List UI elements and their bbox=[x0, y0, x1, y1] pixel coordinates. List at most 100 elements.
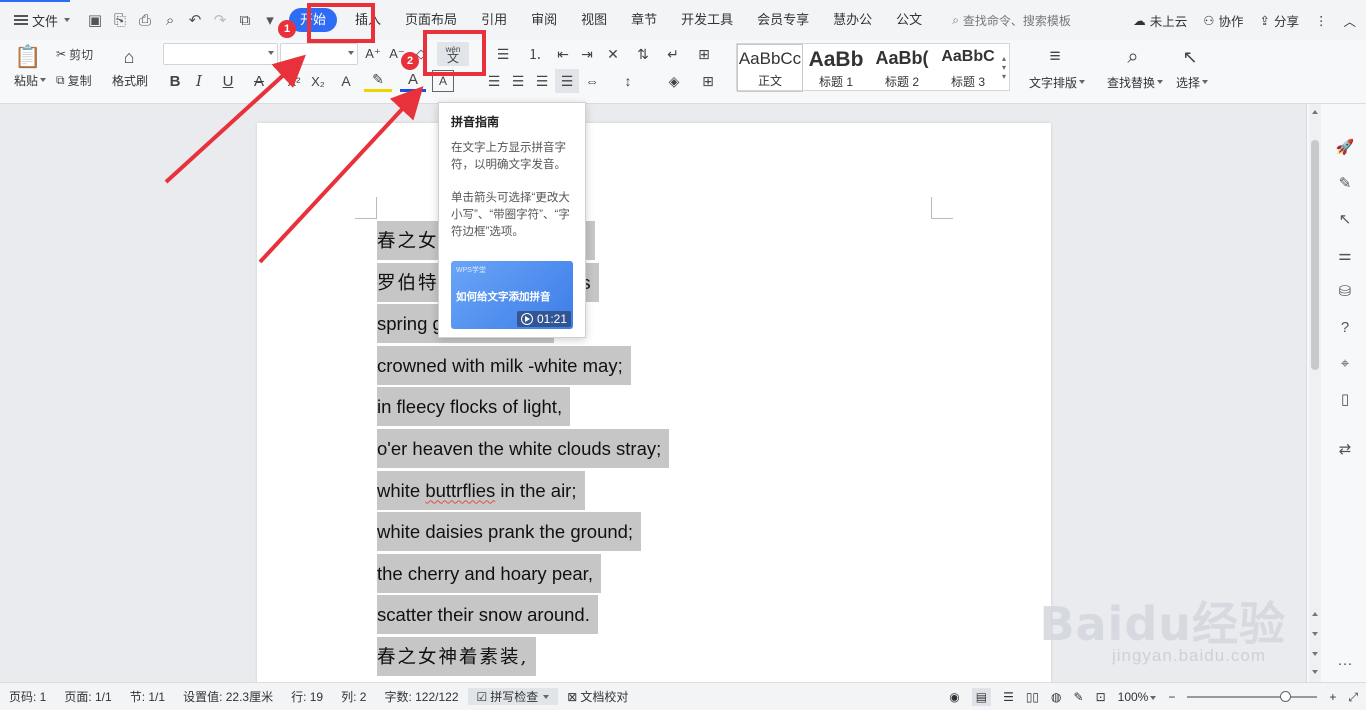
export-pdf-icon[interactable]: ⎘ bbox=[111, 11, 129, 29]
format-icon[interactable]: ⧉ bbox=[236, 11, 254, 29]
status-row[interactable]: 行: 19 bbox=[282, 688, 332, 705]
font-size-select[interactable] bbox=[280, 43, 358, 65]
select-browse-icon[interactable] bbox=[1312, 632, 1318, 636]
web-view-icon[interactable]: ◍ bbox=[1051, 690, 1061, 704]
selected-text[interactable]: scatter their snow around. bbox=[377, 595, 598, 635]
redo-icon[interactable]: ↷ bbox=[211, 11, 229, 29]
more-horizontal-icon[interactable]: ··· bbox=[1335, 654, 1355, 674]
tab-4[interactable]: 审阅 bbox=[519, 0, 569, 40]
write-view-icon[interactable]: ✎ bbox=[1074, 690, 1084, 704]
more-menu-button[interactable]: ⋮ bbox=[1315, 13, 1328, 28]
italic-button[interactable]: I bbox=[189, 70, 209, 92]
save-icon[interactable]: ▣ bbox=[86, 11, 104, 29]
fullscreen-icon[interactable]: ⤢ bbox=[1348, 690, 1358, 705]
page-view-icon[interactable]: ▤ bbox=[971, 688, 992, 706]
zoom-level[interactable]: 100% bbox=[1118, 690, 1157, 704]
style-item-3[interactable]: AaBbC 标题 3 bbox=[935, 44, 1001, 92]
pen-icon[interactable]: ✎ bbox=[1335, 174, 1355, 194]
book-icon[interactable]: ▯ bbox=[1335, 390, 1355, 410]
select-cursor-icon[interactable]: ↖ bbox=[1176, 44, 1204, 70]
text-layout-button[interactable]: 文字排版 bbox=[1026, 74, 1088, 90]
selected-text[interactable]: o'er heaven the white clouds stray; bbox=[377, 428, 670, 468]
scroll-down-icon[interactable] bbox=[1312, 670, 1318, 674]
format-painter-icon[interactable]: ⌂ bbox=[116, 44, 142, 70]
font-name-select[interactable] bbox=[163, 43, 278, 65]
spell-check-button[interactable]: ☑ 拼写检查 bbox=[467, 688, 559, 705]
tab-9[interactable]: 慧办公 bbox=[821, 0, 884, 40]
selected-text[interactable]: crowned with milk -white may; bbox=[377, 345, 631, 385]
file-menu-button[interactable]: 文件 bbox=[0, 6, 80, 34]
tab-10[interactable]: 公文 bbox=[884, 0, 934, 40]
bold-button[interactable]: B bbox=[165, 70, 185, 92]
selected-text[interactable]: in fleecy flocks of light, bbox=[377, 387, 571, 427]
cloud-status-button[interactable]: ☁ 未上云 bbox=[1133, 11, 1187, 30]
command-search[interactable]: ⌕ 查找命令、搜索模板 bbox=[952, 12, 1071, 29]
line-spacing-icon[interactable]: ↕ bbox=[613, 70, 643, 92]
scroll-up-icon[interactable] bbox=[1312, 110, 1318, 114]
bullet-list-icon[interactable]: ☰ bbox=[488, 43, 518, 65]
style-item-0[interactable]: AaBbCc 正文 bbox=[737, 44, 803, 92]
align-right-icon[interactable]: ☰ bbox=[531, 70, 553, 92]
cursor-icon[interactable]: ↖ bbox=[1335, 210, 1355, 230]
zoom-slider[interactable] bbox=[1187, 691, 1318, 702]
status-page-num[interactable]: 页码: 1 bbox=[0, 688, 55, 705]
grow-font-icon[interactable]: A⁺ bbox=[362, 43, 384, 65]
more-qa-icon[interactable]: ▾ bbox=[261, 11, 279, 29]
print-preview-icon[interactable]: ⌕ bbox=[161, 11, 179, 29]
shading-icon[interactable]: ◈ bbox=[659, 70, 689, 92]
scrollbar-thumb[interactable] bbox=[1311, 140, 1319, 370]
style-item-2[interactable]: AaBb(标题 2 bbox=[869, 44, 935, 92]
chinese-layout-icon[interactable]: ✕ bbox=[600, 43, 626, 65]
vertical-scrollbar[interactable] bbox=[1309, 104, 1321, 682]
cut-button[interactable]: ✂ 剪切 bbox=[56, 44, 93, 64]
ruler-icon[interactable]: ⊞ bbox=[692, 43, 716, 65]
tab-6[interactable]: 章节 bbox=[619, 0, 669, 40]
styles-scroll[interactable]: ▴ ▾ ▾ bbox=[998, 46, 1010, 88]
select-button[interactable]: 选择 bbox=[1172, 74, 1212, 90]
share-button[interactable]: ⇪ 分享 bbox=[1259, 11, 1299, 30]
eye-protection-icon[interactable]: ◉ bbox=[949, 690, 959, 704]
translate-icon[interactable]: ⇄ bbox=[1335, 440, 1355, 460]
prev-page-icon[interactable] bbox=[1312, 612, 1318, 616]
distribute-icon[interactable]: ⇔ bbox=[581, 70, 603, 92]
zoom-slider-knob[interactable] bbox=[1279, 691, 1291, 702]
tab-5[interactable]: 视图 bbox=[569, 0, 619, 40]
status-words[interactable]: 字数: 122/122 bbox=[375, 688, 467, 705]
show-marks-icon[interactable]: ↵ bbox=[660, 43, 686, 65]
style-item-1[interactable]: AaBb 标题 1 bbox=[803, 44, 869, 92]
superscript-button[interactable]: X² bbox=[283, 70, 305, 92]
outline-view-icon[interactable]: ☰ bbox=[1003, 690, 1014, 704]
selected-text[interactable]: 春之女神着素装, bbox=[377, 636, 537, 676]
backup-icon[interactable]: ⛁ bbox=[1335, 282, 1355, 302]
align-center-icon[interactable]: ☰ bbox=[507, 70, 529, 92]
find-replace-button[interactable]: 查找替换 bbox=[1104, 74, 1166, 90]
fit-page-icon[interactable]: ⊡ bbox=[1096, 690, 1106, 704]
copy-button[interactable]: ⧉ 复制 bbox=[56, 70, 92, 90]
adjust-icon[interactable]: ⚌ bbox=[1335, 246, 1355, 266]
selected-text[interactable]: the cherry and hoary pear, bbox=[377, 553, 601, 593]
document-page[interactable]: 春之女 goeth all in white罗伯特 idgesspring g … bbox=[257, 123, 1051, 682]
undo-icon[interactable]: ↶ bbox=[186, 11, 204, 29]
next-page-icon[interactable] bbox=[1312, 652, 1318, 656]
location-icon[interactable]: ⌖ bbox=[1335, 354, 1355, 374]
collab-button[interactable]: ⚇ 协作 bbox=[1203, 11, 1243, 30]
help-icon[interactable]: ? bbox=[1335, 318, 1355, 338]
print-icon[interactable]: ⎙ bbox=[136, 11, 154, 29]
decrease-indent-icon[interactable]: ⇤ bbox=[552, 43, 574, 65]
status-setting[interactable]: 设置值: 22.3厘米 bbox=[174, 688, 282, 705]
paste-icon[interactable]: 📋 bbox=[10, 44, 46, 70]
zoom-in-button[interactable]: + bbox=[1329, 690, 1336, 704]
underline-button[interactable]: U bbox=[213, 70, 243, 92]
status-col[interactable]: 列: 2 bbox=[332, 688, 375, 705]
reading-view-icon[interactable]: ▯▯ bbox=[1026, 690, 1039, 704]
tooltip-video[interactable]: WPS学堂 如何给文字添加拼音 01:21 bbox=[451, 261, 573, 329]
selected-text[interactable]: white daisies prank the ground; bbox=[377, 512, 642, 552]
status-pages[interactable]: 页面: 1/1 bbox=[55, 688, 120, 705]
text-layout-icon[interactable]: ≡ bbox=[1040, 44, 1070, 70]
tab-8[interactable]: 会员专享 bbox=[745, 0, 821, 40]
collapse-ribbon-button[interactable]: ︿ bbox=[1343, 11, 1356, 30]
numbered-list-icon[interactable]: ⒈ bbox=[520, 43, 550, 65]
find-replace-icon[interactable]: ⌕ bbox=[1118, 44, 1148, 70]
justify-icon[interactable]: ☰ bbox=[555, 69, 579, 93]
highlight-color-button[interactable]: ✎ bbox=[364, 70, 392, 92]
